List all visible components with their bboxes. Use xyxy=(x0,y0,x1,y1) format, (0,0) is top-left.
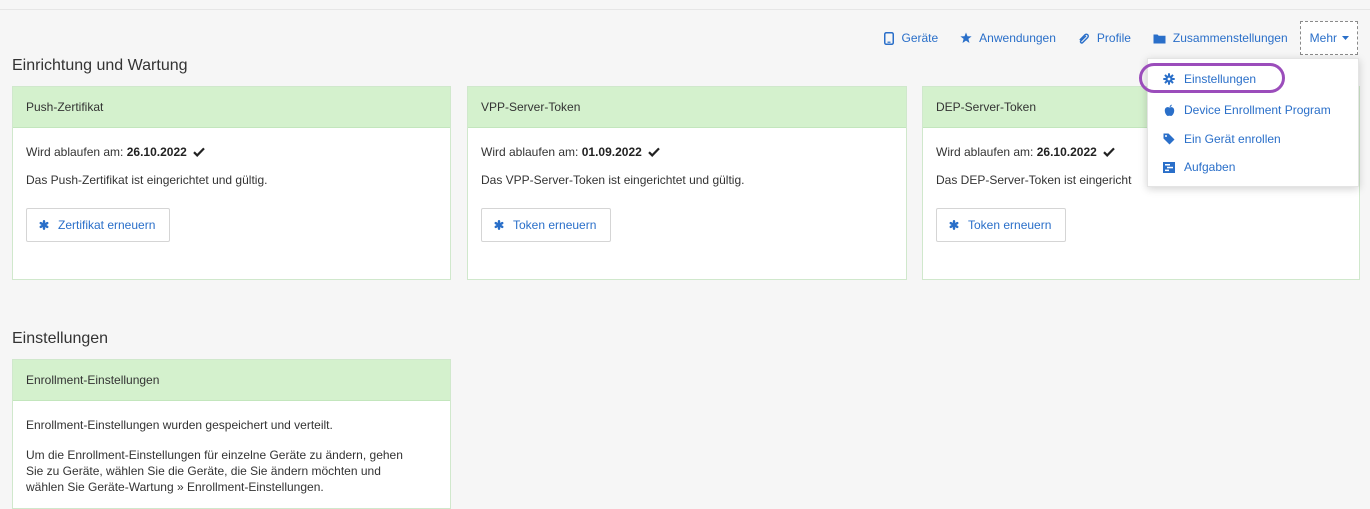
expires-date: 26.10.2022 xyxy=(1036,145,1097,159)
tablet-icon xyxy=(884,31,895,45)
nav-profile[interactable]: Profile xyxy=(1078,31,1131,45)
section-title-einstellungen: Einstellungen xyxy=(12,330,109,347)
asterisk-icon xyxy=(39,220,49,230)
nav-geraete[interactable]: Geräte xyxy=(884,31,938,45)
mehr-label: Mehr xyxy=(1309,31,1337,45)
renew-zertifikat-button[interactable]: Zertifikat erneuern xyxy=(26,208,171,242)
expires-date: 26.10.2022 xyxy=(126,145,187,159)
renew-dep-token-button[interactable]: Token erneuern xyxy=(936,208,1067,242)
card-title: VPP-Server-Token xyxy=(481,100,581,114)
card-body: Enrollment-Einstellungen wurden gespeich… xyxy=(13,401,450,495)
nav-profile-label: Profile xyxy=(1096,31,1131,45)
enrollment-status-text: Enrollment-Einstellungen wurden gespeich… xyxy=(26,418,333,432)
renew-button-label: Token erneuern xyxy=(513,218,597,232)
renew-vpp-token-button[interactable]: Token erneuern xyxy=(481,208,612,242)
nav-zusammenstellungen-label: Zusammenstellungen xyxy=(1172,31,1288,45)
nav-geraete-label: Geräte xyxy=(901,31,939,45)
enrollment-help-text: Um die Enrollment-Einstellungen für einz… xyxy=(26,447,437,495)
menu-item-device-enrollment-program[interactable]: Device Enrollment Program xyxy=(1162,103,1331,117)
card-header: VPP-Server-Token xyxy=(468,87,906,128)
caret-down-icon xyxy=(1342,36,1349,40)
card-enrollment-einstellungen: Enrollment-Einstellungen Enrollment-Eins… xyxy=(12,359,451,509)
asterisk-icon xyxy=(494,220,504,230)
mehr-dropdown-menu: Einstellungen Device Enrollment Program … xyxy=(1147,58,1359,187)
section-title-einrichtung: Einrichtung und Wartung xyxy=(12,57,188,74)
help-line: wählen Sie Geräte-Wartung » Enrollment-E… xyxy=(26,480,324,494)
card-body: Wird ablaufen am: 01.09.2022 Das VPP-Ser… xyxy=(468,128,906,188)
checkmark-icon xyxy=(1103,146,1115,161)
card-push-zertifikat: Push-Zertifikat Wird ablaufen am: 26.10.… xyxy=(12,86,451,280)
checkmark-icon xyxy=(193,146,205,161)
menu-item-ein-geraet-enrollen[interactable]: Ein Gerät enrollen xyxy=(1162,132,1281,146)
checkmark-icon xyxy=(648,146,660,161)
card-title: DEP-Server-Token xyxy=(936,100,1037,114)
expires-label: Wird ablaufen am: xyxy=(26,145,124,159)
renew-button-label: Token erneuern xyxy=(968,218,1052,232)
card-body: Wird ablaufen am: 26.10.2022 Das Push-Ze… xyxy=(13,128,450,188)
help-line: Um die Enrollment-Einstellungen für einz… xyxy=(26,448,403,462)
menu-item-label: Einstellungen xyxy=(1184,72,1257,86)
top-divider xyxy=(0,9,1370,10)
expires-label: Wird ablaufen am: xyxy=(936,145,1034,159)
status-text: Das VPP-Server-Token ist eingerichtet un… xyxy=(481,173,745,187)
status-text: Das Push-Zertifikat ist eingerichtet und… xyxy=(26,173,268,187)
card-vpp-server-token: VPP-Server-Token Wird ablaufen am: 01.09… xyxy=(467,86,907,280)
expires-label: Wird ablaufen am: xyxy=(481,145,579,159)
star-icon xyxy=(960,32,972,44)
renew-button-label: Zertifikat erneuern xyxy=(58,218,156,232)
nav-zusammenstellungen[interactable]: Zusammenstellungen xyxy=(1153,31,1288,45)
card-title: Push-Zertifikat xyxy=(26,100,104,114)
menu-item-einstellungen[interactable]: Einstellungen xyxy=(1162,72,1256,86)
menu-item-label: Device Enrollment Program xyxy=(1184,103,1331,117)
menu-item-aufgaben[interactable]: Aufgaben xyxy=(1162,160,1235,174)
tasks-icon xyxy=(1162,161,1176,173)
menu-item-label: Aufgaben xyxy=(1184,160,1236,174)
folder-icon xyxy=(1153,33,1166,44)
card-header: Push-Zertifikat xyxy=(13,87,450,128)
asterisk-icon xyxy=(949,220,959,230)
paperclip-icon xyxy=(1078,32,1090,44)
nav-anwendungen[interactable]: Anwendungen xyxy=(960,31,1056,45)
nav-anwendungen-label: Anwendungen xyxy=(979,31,1056,45)
top-nav: Geräte Anwendungen Profile Zusammenstell… xyxy=(862,19,1358,57)
gear-icon xyxy=(1162,73,1176,85)
card-header: Enrollment-Einstellungen xyxy=(13,360,450,401)
menu-item-label: Ein Gerät enrollen xyxy=(1184,132,1281,146)
card-title: Enrollment-Einstellungen xyxy=(26,373,160,387)
mehr-dropdown-button[interactable]: Mehr xyxy=(1299,21,1358,55)
help-line: Sie zu Geräte, wählen Sie die Geräte, di… xyxy=(26,464,381,478)
expires-date: 01.09.2022 xyxy=(581,145,642,159)
tag-icon xyxy=(1162,133,1176,145)
apple-icon xyxy=(1162,104,1176,117)
